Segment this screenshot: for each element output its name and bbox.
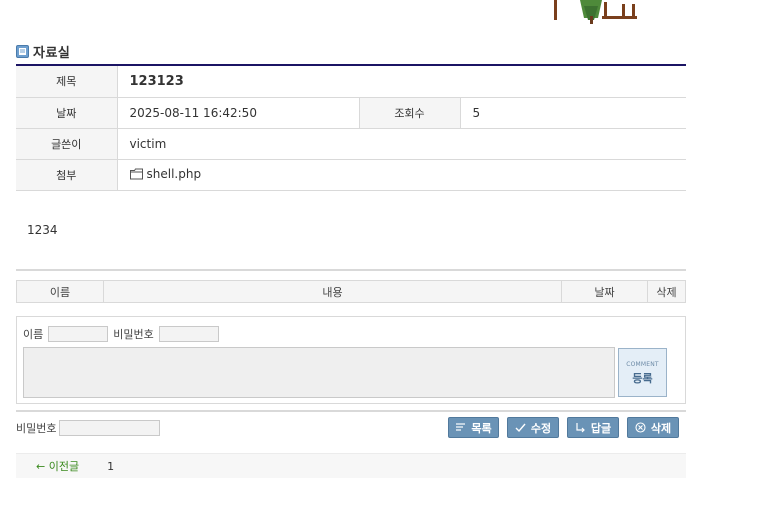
attachment-row: 첨부 shell.php (16, 159, 686, 191)
reply-button[interactable]: 답글 (567, 417, 619, 438)
header-illustration (554, 0, 637, 24)
post-password: 비밀번호 (16, 420, 161, 436)
comment-submit-caption: COMMENT (626, 361, 659, 368)
list-button-label: 목록 (471, 421, 492, 435)
list-icon (456, 423, 466, 431)
document-icon (16, 45, 29, 58)
action-divider (16, 410, 686, 412)
comment-name-label: 이름 (23, 328, 44, 341)
edit-button-label: 수정 (530, 421, 552, 435)
subject-label: 제목 (16, 66, 118, 98)
comment-form-fields: 이름 비밀번호 (23, 326, 224, 342)
comment-list-header: 이름 내용 날짜 삭제 (16, 280, 686, 303)
attachment-filename: shell.php (146, 166, 202, 181)
comment-password-label: 비밀번호 (113, 328, 154, 341)
content-divider (16, 269, 686, 271)
post-password-input[interactable] (59, 420, 161, 436)
comment-col-delete: 삭제 (647, 280, 686, 303)
prev-post-bar: ← 이전글 1 (16, 453, 686, 478)
comment-password-input[interactable] (158, 326, 219, 342)
prev-post-link[interactable]: ← 이전글 (36, 458, 79, 474)
date-label: 날짜 (16, 97, 118, 129)
post-date: 2025-08-11 16:42:50 (117, 97, 359, 129)
reply-button-label: 답글 (590, 421, 612, 435)
folder-icon (129, 168, 143, 179)
post-author: victim (117, 128, 686, 160)
comment-submit-label: 등록 (632, 372, 653, 385)
subject-row: 제목 123123 (16, 66, 686, 98)
post-password-label: 비밀번호 (16, 422, 57, 435)
comment-submit-button[interactable]: COMMENT 등록 (618, 348, 667, 397)
close-circle-icon (635, 422, 646, 433)
post-info-table: 제목 123123 날짜 2025-08-11 16:42:50 조회수 5 글… (16, 66, 686, 191)
attachment-label: 첨부 (16, 159, 118, 191)
board-title: 자료실 (16, 42, 70, 61)
comment-col-name: 이름 (16, 280, 104, 303)
post-body: 1234 (27, 223, 58, 237)
author-row: 글쓴이 victim (16, 128, 686, 160)
list-button[interactable]: 목록 (448, 417, 499, 438)
attachment-cell: shell.php (117, 159, 686, 191)
delete-button[interactable]: 삭제 (627, 417, 679, 438)
reply-arrow-icon (576, 423, 585, 433)
post-subject: 123123 (117, 66, 686, 98)
comment-col-content: 내용 (103, 280, 562, 303)
comment-textarea[interactable] (23, 347, 615, 398)
check-icon (515, 423, 526, 433)
views-label: 조회수 (358, 97, 461, 129)
date-row: 날짜 2025-08-11 16:42:50 조회수 5 (16, 97, 686, 129)
comment-col-date: 날짜 (561, 280, 648, 303)
comment-name-input[interactable] (48, 326, 109, 342)
post-views: 5 (460, 97, 686, 129)
comment-form: 이름 비밀번호 COMMENT 등록 (16, 316, 686, 404)
author-label: 글쓴이 (16, 128, 118, 160)
delete-button-label: 삭제 (650, 421, 672, 435)
attachment-link[interactable]: shell.php (129, 166, 202, 181)
edit-button[interactable]: 수정 (507, 417, 559, 438)
post-actions: 목록 수정 답글 삭제 (448, 417, 679, 438)
prev-post-title[interactable]: 1 (107, 460, 114, 473)
board-title-text: 자료실 (33, 46, 71, 61)
